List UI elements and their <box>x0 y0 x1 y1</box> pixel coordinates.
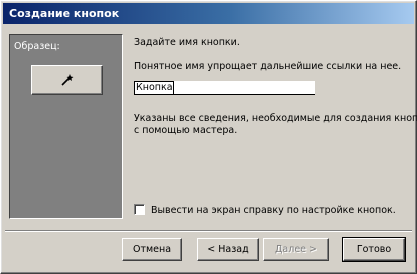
name-hint: Понятное имя упрощает дальнейшие ссылки … <box>134 61 402 72</box>
finish-button[interactable]: Готово <box>342 237 406 262</box>
title-bar: Создание кнопок <box>3 3 414 24</box>
button-name-input[interactable] <box>134 81 315 95</box>
preview-panel: Образец: <box>9 34 123 219</box>
cancel-button[interactable]: Отмена <box>122 238 182 261</box>
button-divider <box>5 230 412 232</box>
show-help-checkbox[interactable] <box>134 204 145 215</box>
preview-button <box>31 65 103 95</box>
wizard-dialog: Создание кнопок Образец: Задайте имя кно… <box>0 0 417 274</box>
info-line-2: с помощью мастера. <box>134 125 238 136</box>
info-line-1: Указаны все сведения, необходимые для со… <box>134 113 417 124</box>
window-title: Создание кнопок <box>9 7 120 20</box>
wizard-wand-icon <box>61 74 74 86</box>
show-help-label[interactable]: Вывести на экран справку по настройке кн… <box>151 205 396 216</box>
name-prompt: Задайте имя кнопки. <box>134 37 240 48</box>
next-button[interactable]: Далее > <box>263 238 329 261</box>
preview-label: Образец: <box>14 41 60 52</box>
back-button[interactable]: < Назад <box>197 238 259 261</box>
